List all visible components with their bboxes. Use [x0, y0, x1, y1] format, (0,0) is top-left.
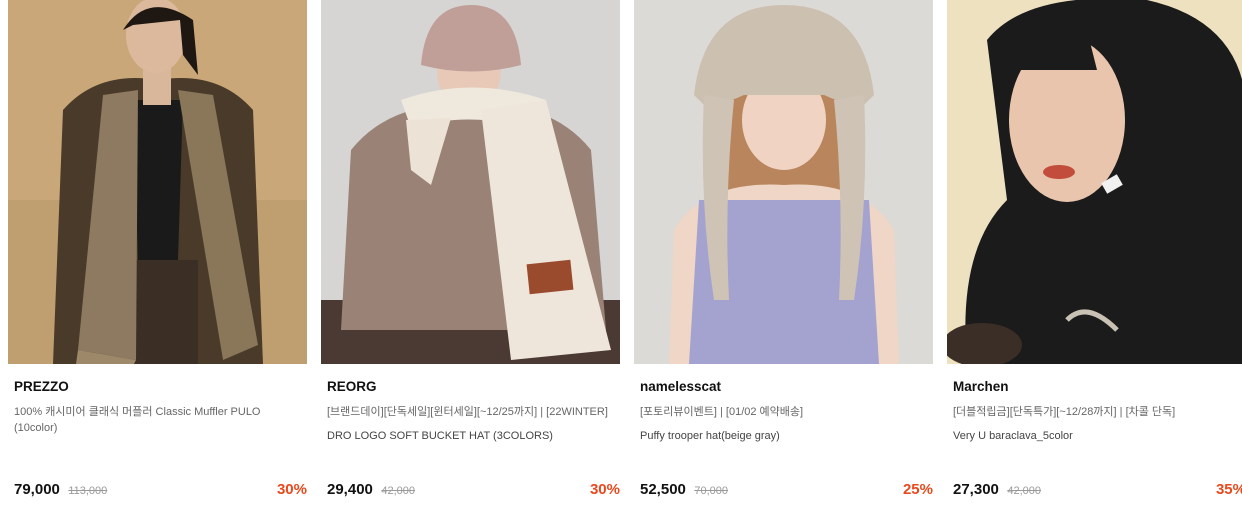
product-grid: PREZZO 100% 캐시미어 클래식 머플러 Classic Muffler…	[0, 0, 1242, 509]
product-tags[interactable]: [더블적립금][단독특가][~12/28까지] | [차콜 단독]	[953, 404, 1242, 420]
original-price: 42,000	[1007, 485, 1041, 497]
discount-rate: 35%	[1215, 481, 1242, 498]
product-tags[interactable]: [브랜드데이][단독세일][윈터세일][~12/25까지] | [22WINTE…	[327, 404, 617, 420]
brand-name[interactable]: PREZZO	[14, 379, 69, 394]
product-tags[interactable]: [포토리뷰이벤트] | [01/02 예약배송]	[640, 404, 930, 420]
brand-name[interactable]: namelesscat	[640, 379, 721, 394]
discount-rate: 30%	[276, 481, 307, 498]
price-row: 52,500 70,000 25%	[640, 481, 933, 501]
price-row: 79,000 113,000 30%	[14, 481, 307, 501]
original-price: 42,000	[381, 485, 415, 497]
product-card-reorg[interactable]: REORG [브랜드데이][단독세일][윈터세일][~12/25까지] | [2…	[321, 0, 620, 509]
product-title[interactable]: Puffy trooper hat(beige gray)	[640, 430, 930, 442]
product-image[interactable]	[634, 0, 933, 364]
sale-price: 79,000	[14, 481, 60, 498]
product-card-marchen[interactable]: Marchen [더블적립금][단독특가][~12/28까지] | [차콜 단독…	[947, 0, 1242, 509]
product-title[interactable]: Very U baraclava_5color	[953, 430, 1242, 442]
brand-name[interactable]: Marchen	[953, 379, 1009, 394]
discount-rate: 25%	[902, 481, 933, 498]
price-row: 29,400 42,000 30%	[327, 481, 620, 501]
product-card-prezzo[interactable]: PREZZO 100% 캐시미어 클래식 머플러 Classic Muffler…	[8, 0, 307, 509]
product-title[interactable]: 100% 캐시미어 클래식 머플러 Classic Muffler PULO (…	[14, 404, 304, 436]
product-card-namelesscat[interactable]: namelesscat [포토리뷰이벤트] | [01/02 예약배송] Puf…	[634, 0, 933, 509]
product-image[interactable]	[321, 0, 620, 364]
brand-name[interactable]: REORG	[327, 379, 377, 394]
sale-price: 52,500	[640, 481, 686, 498]
original-price: 70,000	[694, 485, 728, 497]
sale-price: 29,400	[327, 481, 373, 498]
product-image[interactable]	[8, 0, 307, 364]
product-title[interactable]: DRO LOGO SOFT BUCKET HAT (3COLORS)	[327, 430, 617, 442]
sale-price: 27,300	[953, 481, 999, 498]
price-row: 27,300 42,000 35%	[953, 481, 1242, 501]
original-price: 113,000	[68, 485, 108, 497]
product-image[interactable]	[947, 0, 1242, 364]
discount-rate: 30%	[589, 481, 620, 498]
